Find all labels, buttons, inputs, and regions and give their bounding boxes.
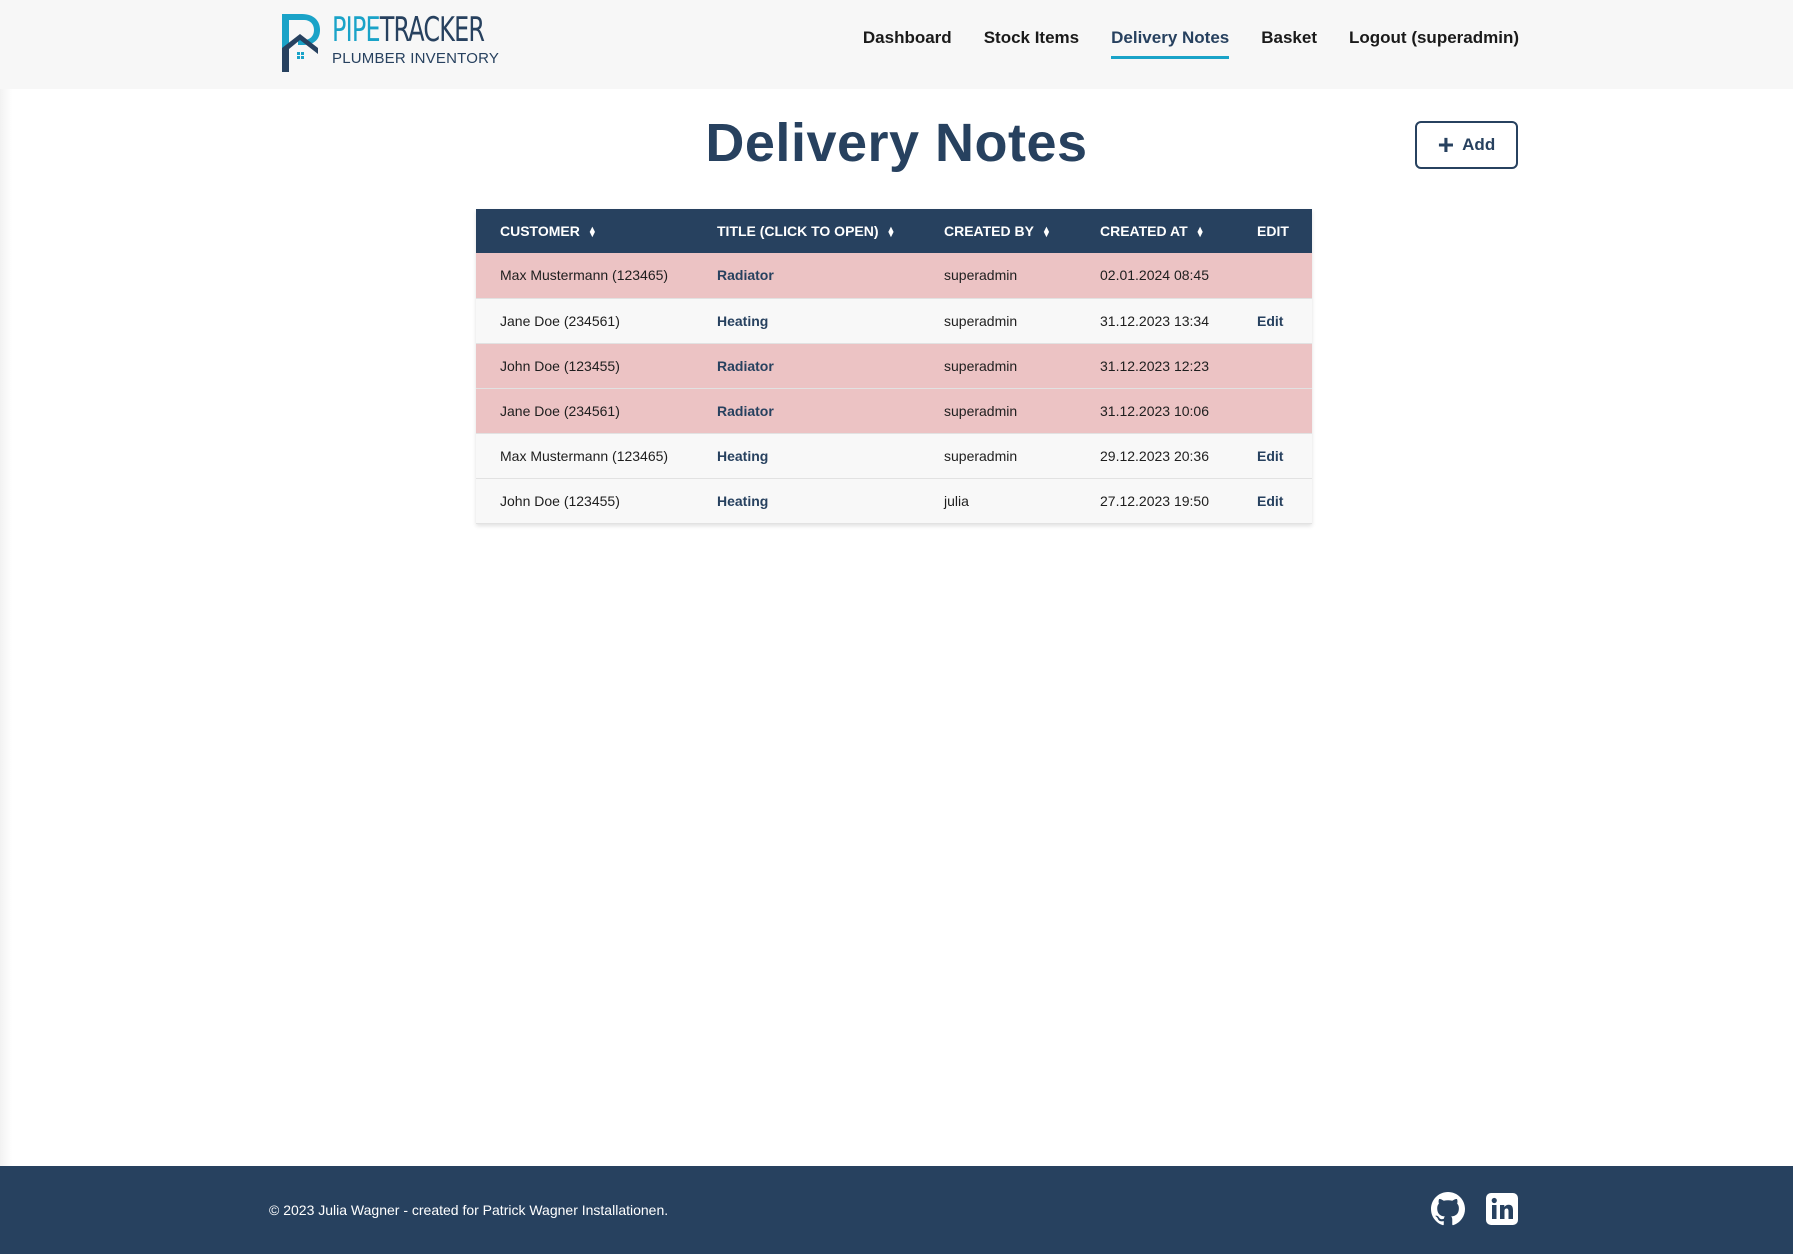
table-row: John Doe (123455) Heating julia 27.12.20… [476,478,1312,523]
logo[interactable]: PIPETRACKER PLUMBER INVENTORY [280,10,527,74]
edit-cell [1233,388,1312,433]
table-row: Jane Doe (234561) Heating superadmin 31.… [476,298,1312,343]
customer-cell: John Doe (123455) [500,492,620,509]
nav-dashboard[interactable]: Dashboard [863,28,952,59]
table-row: Max Mustermann (123465) Heating superadm… [476,433,1312,478]
column-header-title[interactable]: TITLE (CLICK TO OPEN) ▲ ▼ [693,209,920,253]
created-at-cell: 31.12.2023 12:23 [1100,357,1209,374]
column-header-label: TITLE (CLICK TO OPEN) [717,223,879,239]
side-shadow [0,89,12,1166]
nav-logout[interactable]: Logout (superadmin) [1349,28,1519,59]
column-header-label: CUSTOMER [500,223,580,239]
sort-icon[interactable]: ▲ ▼ [1042,225,1051,239]
table-header-row: CUSTOMER ▲ ▼ TITLE (CLICK TO OPEN) ▲ ▼ CREAT… [476,209,1312,253]
delivery-notes-table: CUSTOMER ▲ ▼ TITLE (CLICK TO OPEN) ▲ ▼ CREAT… [476,209,1312,524]
logo-pipe-text: PIPE [332,10,381,50]
column-header-created-at[interactable]: CREATED AT ▲ ▼ [1076,209,1233,253]
title-link[interactable]: Radiator [693,388,920,433]
customer-cell: Max Mustermann (123465) [500,447,669,464]
created-at-cell: 27.12.2023 19:50 [1100,492,1209,509]
customer-cell: Jane Doe (234561) [500,402,620,419]
created-by-cell: superadmin [944,447,1018,464]
page: PIPETRACKER PLUMBER INVENTORY Dashboard … [0,0,1793,1254]
nav-stock-items[interactable]: Stock Items [984,28,1079,59]
created-at-cell: 02.01.2024 08:45 [1100,267,1209,284]
main-nav: Dashboard Stock Items Delivery Notes Bas… [831,28,1519,59]
edit-cell [1233,343,1312,388]
logo-subtitle: PLUMBER INVENTORY [332,50,500,67]
page-title: Delivery Notes [705,113,1088,173]
title-link[interactable]: Heating [693,298,920,343]
sort-icon[interactable]: ▲ ▼ [887,225,896,239]
logo-tracker-text: TRACKER [379,10,485,50]
footer: © 2023 Julia Wagner - created for Patric… [0,1166,1793,1254]
edit-link[interactable]: Edit [1233,478,1312,523]
github-icon[interactable] [1431,1192,1465,1226]
linkedin-icon[interactable] [1485,1192,1519,1226]
add-button-label: Add [1462,135,1496,154]
customer-cell: John Doe (123455) [500,357,620,374]
table-row: Jane Doe (234561) Radiator superadmin 31… [476,388,1312,433]
created-by-cell: julia [944,492,969,509]
nav-basket[interactable]: Basket [1261,28,1317,59]
column-header-label: CREATED BY [944,223,1034,239]
logo-icon [282,14,320,72]
title-link[interactable]: Heating [693,478,920,523]
created-at-cell: 31.12.2023 10:06 [1100,402,1209,419]
created-by-cell: superadmin [944,267,1018,284]
edit-link[interactable]: Edit [1233,433,1312,478]
footer-copyright: © 2023 Julia Wagner - created for Patric… [269,1202,669,1218]
created-by-cell: superadmin [944,402,1018,419]
column-header-label: CREATED AT [1100,223,1188,239]
created-at-cell: 31.12.2023 13:34 [1100,312,1209,329]
plus-icon: + [1437,129,1455,160]
customer-cell: Jane Doe (234561) [500,312,620,329]
edit-link[interactable]: Edit [1233,298,1312,343]
table-row: John Doe (123455) Radiator superadmin 31… [476,343,1312,388]
footer-social-links [1431,1192,1519,1226]
customer-cell: Max Mustermann (123465) [500,267,669,284]
add-button[interactable]: + Add [1415,121,1518,169]
header: PIPETRACKER PLUMBER INVENTORY Dashboard … [0,0,1793,89]
created-by-cell: superadmin [944,312,1018,329]
created-by-cell: superadmin [944,357,1018,374]
created-at-cell: 29.12.2023 20:36 [1100,447,1209,464]
title-link[interactable]: Radiator [693,253,920,298]
sort-icon[interactable]: ▲ ▼ [1196,225,1205,239]
column-header-edit: EDIT [1257,223,1289,239]
column-header-customer[interactable]: CUSTOMER ▲ ▼ [476,209,693,253]
table-row: Max Mustermann (123465) Radiator superad… [476,253,1312,298]
title-link[interactable]: Heating [693,433,920,478]
edit-cell [1233,253,1312,298]
sort-icon[interactable]: ▲ ▼ [588,225,597,239]
column-header-created-by[interactable]: CREATED BY ▲ ▼ [920,209,1076,253]
title-link[interactable]: Radiator [693,343,920,388]
logo-title: PIPETRACKER [332,10,485,50]
nav-delivery-notes[interactable]: Delivery Notes [1111,28,1230,59]
